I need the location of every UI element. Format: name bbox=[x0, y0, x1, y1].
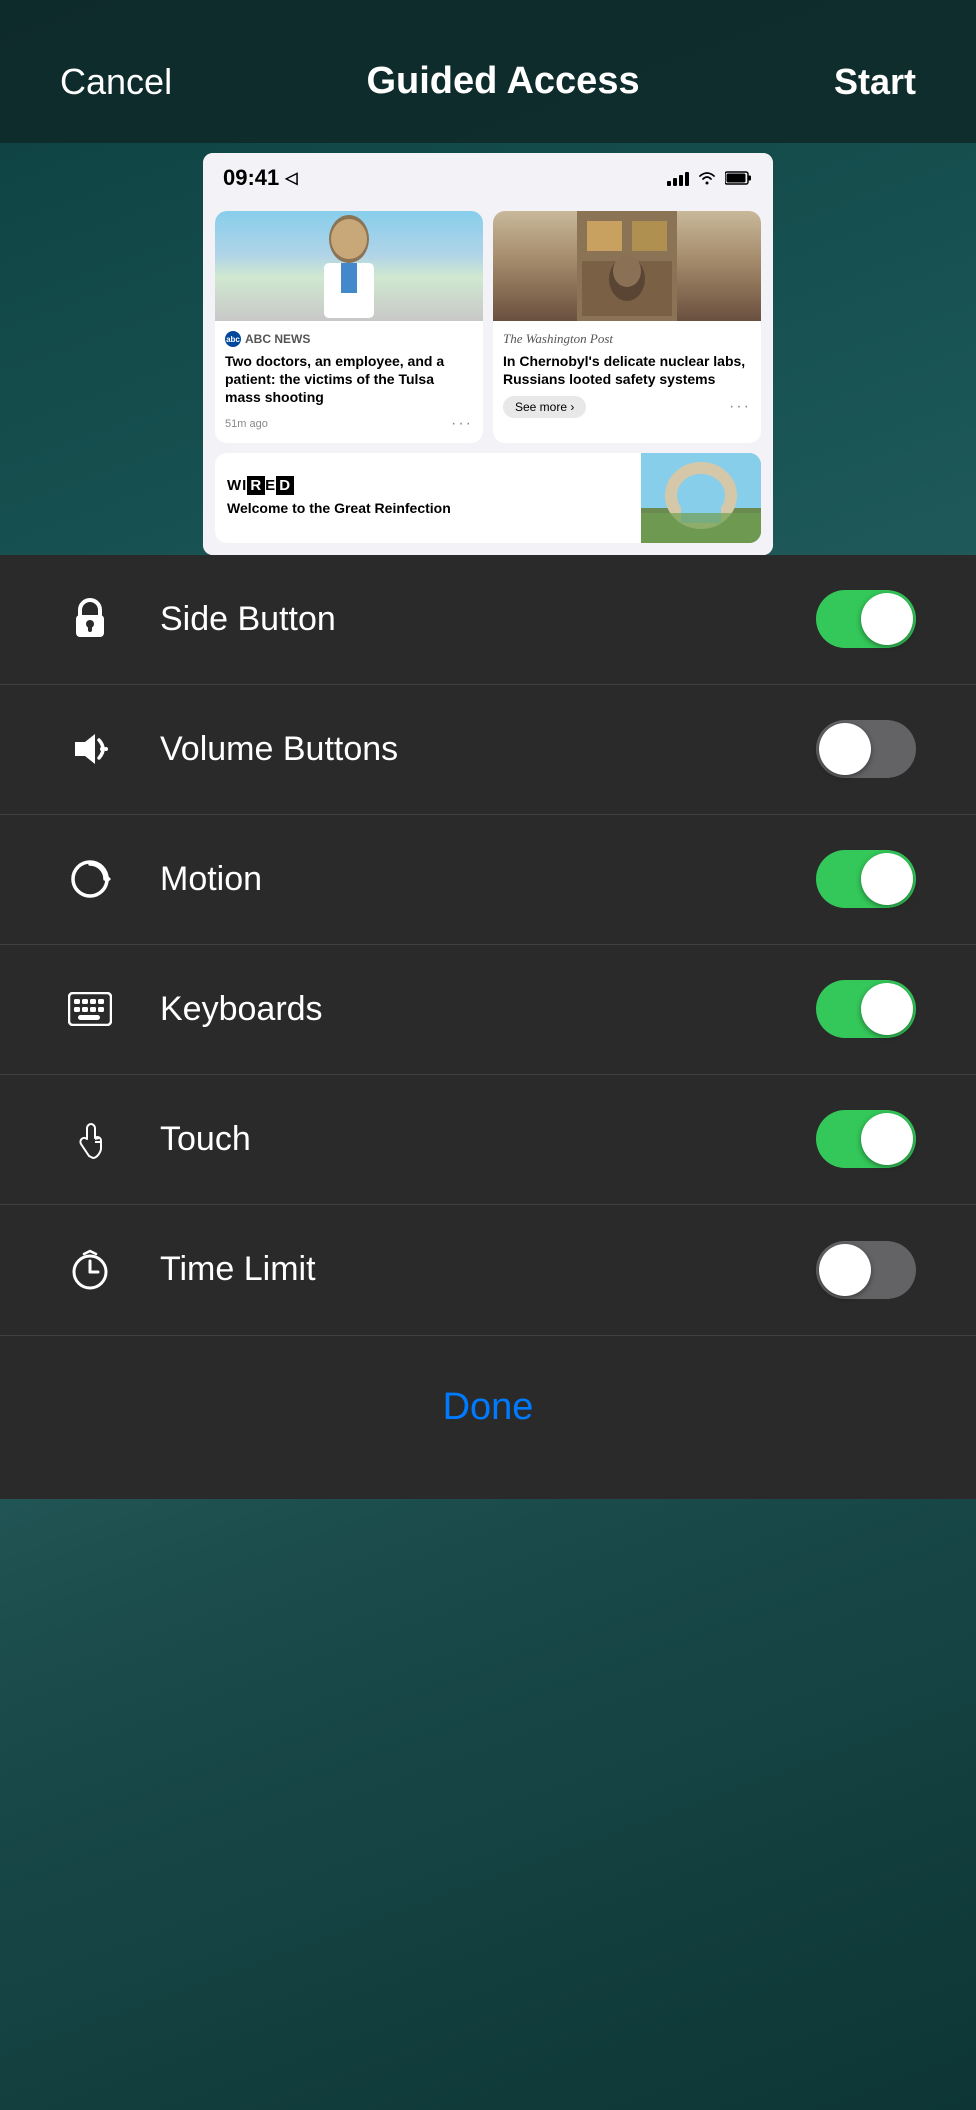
toggle-knob bbox=[861, 853, 913, 905]
settings-item-motion: Motion bbox=[0, 815, 976, 945]
cancel-button[interactable]: Cancel bbox=[60, 61, 172, 103]
side-button-label: Side Button bbox=[160, 600, 816, 639]
settings-list: Side Button Volume Buttons bbox=[0, 555, 976, 1335]
toggle-knob bbox=[861, 593, 913, 645]
news-footer-wapo: See more › ··· bbox=[503, 396, 751, 418]
touch-toggle[interactable] bbox=[816, 1110, 916, 1168]
chernobyl-image bbox=[493, 211, 761, 321]
motion-label: Motion bbox=[160, 860, 816, 899]
motion-toggle[interactable] bbox=[816, 850, 916, 908]
location-icon: ◁ bbox=[285, 168, 297, 188]
news-footer-abc: 51m ago ··· bbox=[225, 415, 473, 433]
news-source-abc: abc ABC NEWS bbox=[225, 331, 473, 347]
chernobyl-svg bbox=[577, 211, 677, 321]
settings-item-touch: Touch bbox=[0, 1075, 976, 1205]
wired-headline: Welcome to the Great Reinfection bbox=[227, 499, 629, 517]
news-card-body-abc: abc ABC NEWS Two doctors, an employee, a… bbox=[215, 321, 483, 443]
keyboards-label: Keyboards bbox=[160, 990, 816, 1029]
touch-label: Touch bbox=[160, 1120, 816, 1159]
news-dots-wapo: ··· bbox=[729, 398, 751, 416]
news-source-wapo: The Washington Post bbox=[503, 331, 751, 347]
settings-item-keyboards: Keyboards bbox=[0, 945, 976, 1075]
arch-svg bbox=[641, 453, 761, 543]
status-icons bbox=[667, 170, 753, 186]
toggle-knob bbox=[861, 1113, 913, 1165]
toggle-knob bbox=[861, 983, 913, 1035]
wifi-icon bbox=[697, 170, 717, 186]
news-card-wired: WIRED Welcome to the Great Reinfection bbox=[215, 453, 761, 543]
settings-item-side-button: Side Button bbox=[0, 555, 976, 685]
wired-body: WIRED Welcome to the Great Reinfection bbox=[215, 465, 641, 529]
time-limit-label: Time Limit bbox=[160, 1250, 816, 1289]
signal-icon bbox=[667, 170, 689, 186]
battery-icon bbox=[725, 170, 753, 186]
volume-buttons-label: Volume Buttons bbox=[160, 730, 816, 769]
doctor-figure-svg bbox=[309, 211, 389, 321]
wired-image bbox=[641, 453, 761, 543]
lock-icon bbox=[60, 597, 120, 641]
done-button[interactable]: Done bbox=[443, 1386, 534, 1429]
phone-screen: 09:41 ◁ bbox=[203, 153, 773, 555]
touch-icon bbox=[60, 1116, 120, 1162]
status-time: 09:41 ◁ bbox=[223, 165, 298, 191]
phone-container: Cancel Guided Access Start 09:41 ◁ bbox=[0, 0, 976, 2110]
time-limit-toggle[interactable] bbox=[816, 1241, 916, 1299]
toggle-knob bbox=[819, 1244, 871, 1296]
toggle-knob bbox=[819, 723, 871, 775]
news-headline-abc: Two doctors, an employee, and a patient:… bbox=[225, 352, 473, 407]
volume-toggle[interactable] bbox=[816, 720, 916, 778]
settings-item-volume: Volume Buttons bbox=[0, 685, 976, 815]
news-card-wapo: The Washington Post In Chernobyl's delic… bbox=[493, 211, 761, 443]
motion-icon bbox=[60, 858, 120, 900]
page-title: Guided Access bbox=[366, 60, 639, 103]
news-card-abc: abc ABC NEWS Two doctors, an employee, a… bbox=[215, 211, 483, 443]
news-time-abc: 51m ago bbox=[225, 418, 268, 430]
status-bar: 09:41 ◁ bbox=[203, 153, 773, 199]
news-content: abc ABC NEWS Two doctors, an employee, a… bbox=[203, 199, 773, 555]
guided-access-header: Cancel Guided Access Start bbox=[0, 0, 976, 143]
volume-icon bbox=[60, 730, 120, 768]
settings-panel: Side Button Volume Buttons bbox=[0, 555, 976, 1499]
start-button[interactable]: Start bbox=[834, 61, 916, 103]
side-button-toggle[interactable] bbox=[816, 590, 916, 648]
done-section: Done bbox=[0, 1335, 976, 1499]
news-dots-abc: ··· bbox=[451, 415, 473, 433]
news-grid: abc ABC NEWS Two doctors, an employee, a… bbox=[215, 211, 761, 443]
keyboard-icon bbox=[60, 992, 120, 1026]
keyboards-toggle[interactable] bbox=[816, 980, 916, 1038]
timer-icon bbox=[60, 1249, 120, 1291]
doctor-image bbox=[215, 211, 483, 321]
settings-item-time-limit: Time Limit bbox=[0, 1205, 976, 1335]
see-more-button[interactable]: See more › bbox=[503, 396, 586, 418]
news-card-body-wapo: The Washington Post In Chernobyl's delic… bbox=[493, 321, 761, 428]
news-headline-wapo: In Chernobyl's delicate nuclear labs, Ru… bbox=[503, 352, 751, 388]
wired-logo: WIRED bbox=[227, 477, 629, 494]
